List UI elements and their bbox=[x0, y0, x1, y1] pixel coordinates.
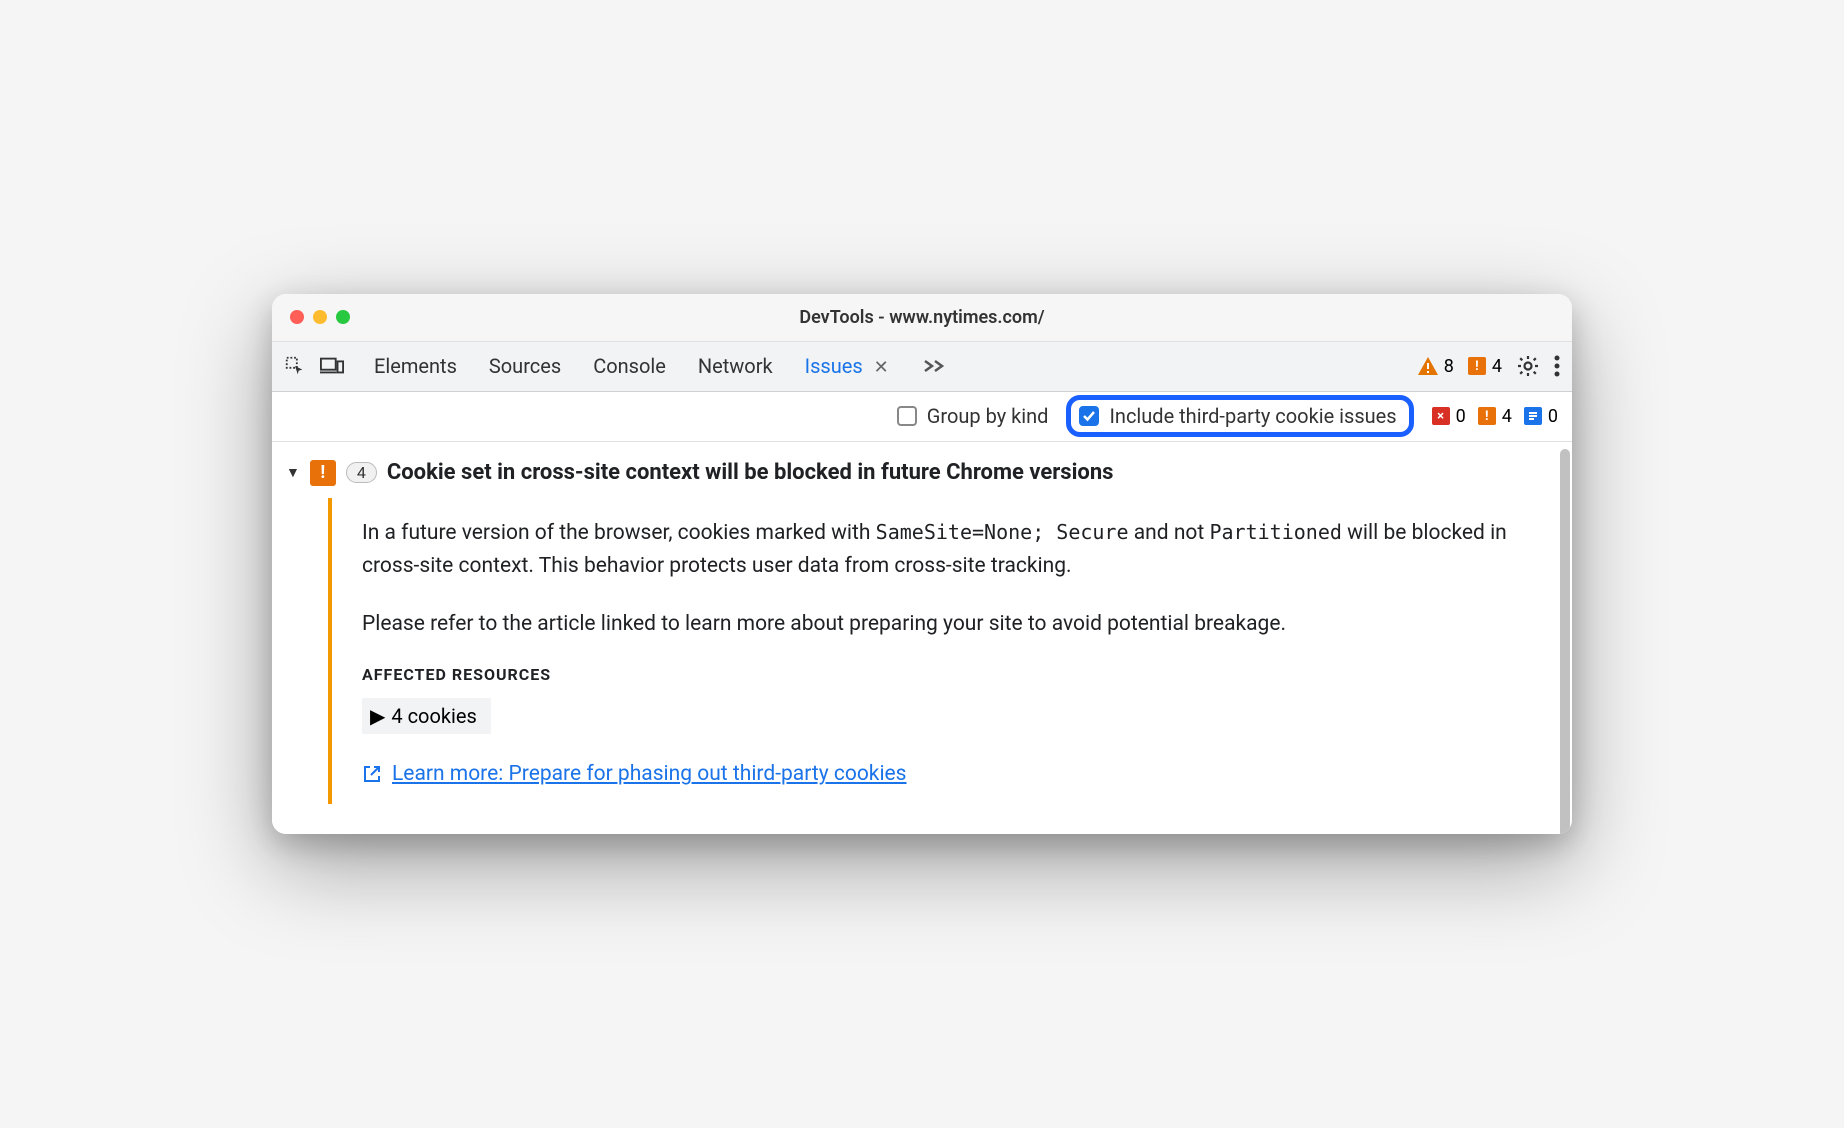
issue-description-2: Please refer to the article linked to le… bbox=[362, 608, 1528, 642]
group-by-kind-checkbox[interactable]: Group by kind bbox=[897, 404, 1049, 428]
checkbox-unchecked-icon bbox=[897, 406, 917, 426]
issue-body: In a future version of the browser, cook… bbox=[328, 498, 1558, 805]
breaking-square-icon: ! bbox=[1468, 357, 1486, 375]
affected-cookies-item[interactable]: ▶ 4 cookies bbox=[362, 698, 491, 734]
expand-arrow-icon: ▼ bbox=[286, 464, 300, 481]
titlebar: DevTools - www.nytimes.com/ bbox=[272, 294, 1572, 342]
toolbar: Elements Sources Console Network Issues … bbox=[272, 342, 1572, 392]
error-square-icon: × bbox=[1432, 407, 1450, 425]
window-title: DevTools - www.nytimes.com/ bbox=[799, 307, 1044, 328]
scrollbar-thumb[interactable] bbox=[1560, 449, 1570, 835]
learn-more-row: Learn more: Prepare for phasing out thir… bbox=[362, 762, 1528, 786]
tab-elements[interactable]: Elements bbox=[372, 350, 459, 382]
checkbox-checked-icon bbox=[1079, 406, 1099, 426]
maximize-window-button[interactable] bbox=[336, 310, 350, 324]
issue-title: Cookie set in cross-site context will be… bbox=[387, 460, 1114, 485]
scrollbar[interactable] bbox=[1560, 449, 1570, 835]
tab-console[interactable]: Console bbox=[591, 350, 668, 382]
filter-bar: Group by kind Include third-party cookie… bbox=[272, 392, 1572, 442]
tab-network[interactable]: Network bbox=[696, 350, 775, 382]
tab-strip: Elements Sources Console Network Issues … bbox=[372, 350, 1410, 382]
minimize-window-button[interactable] bbox=[313, 310, 327, 324]
devtools-window: DevTools - www.nytimes.com/ Elements Sou… bbox=[272, 294, 1572, 835]
warning-count-badge[interactable]: 8 bbox=[1418, 356, 1454, 377]
error-count[interactable]: × 0 bbox=[1432, 406, 1466, 427]
external-link-icon bbox=[362, 764, 382, 784]
issue-description: In a future version of the browser, cook… bbox=[362, 516, 1528, 584]
inspect-icon[interactable] bbox=[284, 355, 306, 377]
issue-count-badge: 4 bbox=[346, 462, 377, 483]
warning-issue-count[interactable]: ! 4 bbox=[1478, 406, 1512, 427]
tab-issues[interactable]: Issues ✕ bbox=[803, 350, 891, 382]
issues-content: ▼ ! 4 Cookie set in cross-site context w… bbox=[272, 442, 1572, 835]
info-count[interactable]: 0 bbox=[1524, 406, 1558, 427]
learn-more-link[interactable]: Learn more: Prepare for phasing out thir… bbox=[392, 762, 907, 786]
more-tabs-icon[interactable] bbox=[919, 359, 949, 373]
device-toggle-icon[interactable] bbox=[320, 356, 344, 376]
chevron-right-icon: ▶ bbox=[370, 704, 385, 728]
issue-warning-icon: ! bbox=[310, 460, 336, 486]
close-tab-icon[interactable]: ✕ bbox=[874, 357, 889, 378]
info-square-icon bbox=[1524, 407, 1542, 425]
close-window-button[interactable] bbox=[290, 310, 304, 324]
traffic-lights bbox=[290, 310, 350, 324]
include-third-party-checkbox[interactable]: Include third-party cookie issues bbox=[1066, 395, 1413, 437]
warning-triangle-icon bbox=[1418, 357, 1438, 375]
tab-sources[interactable]: Sources bbox=[487, 350, 563, 382]
breaking-count-badge[interactable]: ! 4 bbox=[1468, 356, 1502, 377]
kebab-menu-icon[interactable] bbox=[1554, 355, 1560, 377]
affected-resources-heading: AFFECTED RESOURCES bbox=[362, 665, 1528, 684]
warning-square-icon: ! bbox=[1478, 407, 1496, 425]
settings-icon[interactable] bbox=[1516, 354, 1540, 378]
issue-counts: × 0 ! 4 0 bbox=[1432, 406, 1558, 427]
issue-header[interactable]: ▼ ! 4 Cookie set in cross-site context w… bbox=[286, 456, 1558, 490]
